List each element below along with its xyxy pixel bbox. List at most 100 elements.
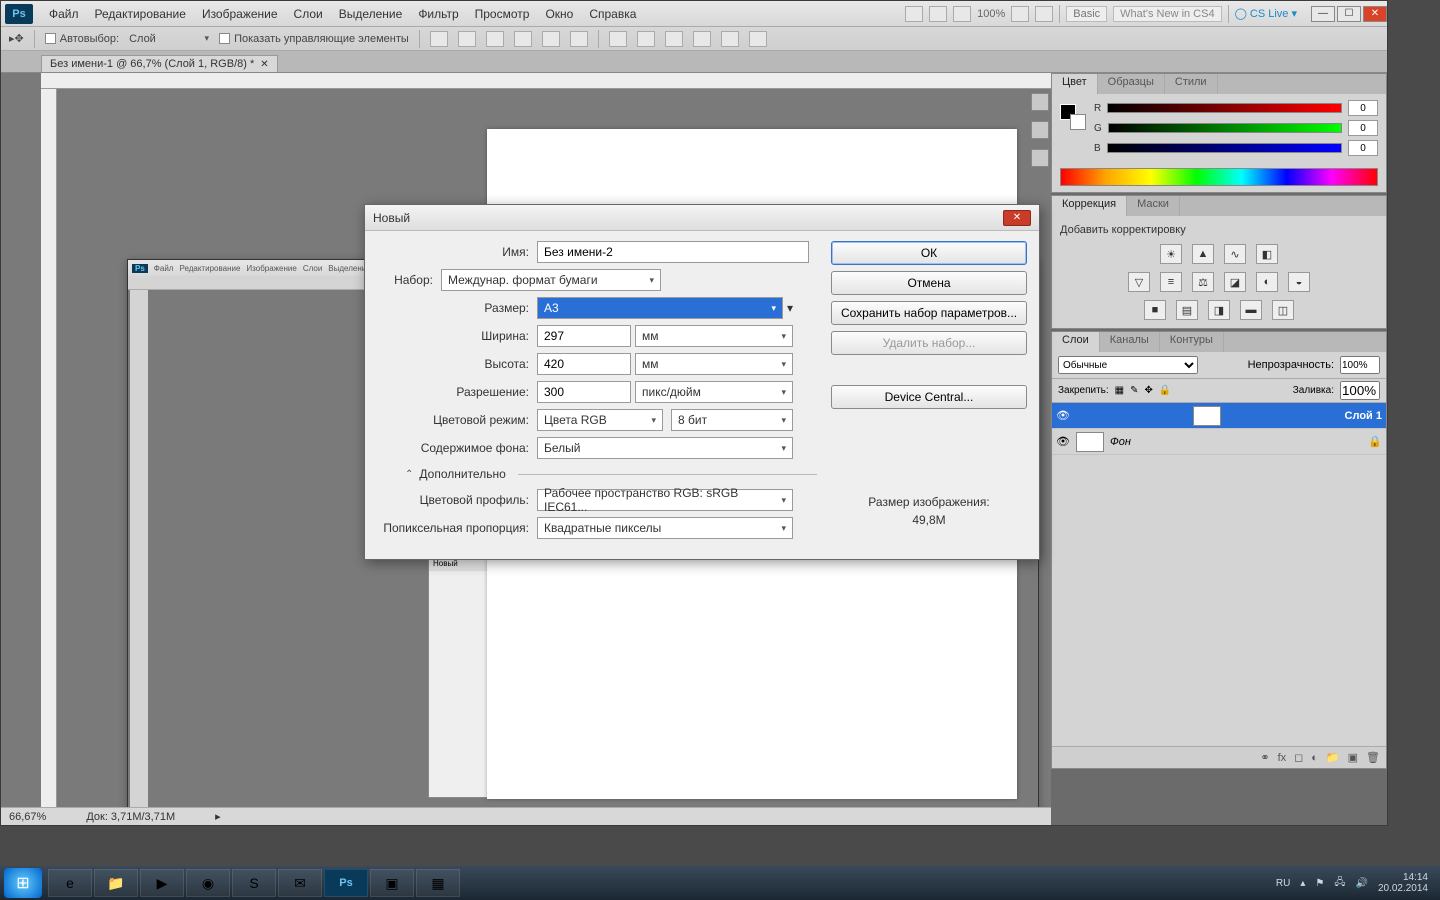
menu-window[interactable]: Окно [537, 7, 581, 21]
align-icon[interactable] [514, 31, 532, 47]
delete-preset-button[interactable]: Удалить набор... [831, 331, 1027, 355]
menu-layer[interactable]: Слои [286, 7, 331, 21]
menu-file[interactable]: Файл [41, 7, 87, 21]
tab-masks[interactable]: Маски [1127, 196, 1180, 216]
color-spectrum[interactable] [1060, 168, 1378, 186]
taskbar-ie-icon[interactable]: e [48, 869, 92, 897]
fill-input[interactable] [1340, 381, 1380, 400]
color-balance-icon[interactable]: ⚖ [1192, 272, 1214, 292]
invert-icon[interactable]: ■ [1144, 300, 1166, 320]
levels-icon[interactable]: ▲ [1192, 244, 1214, 264]
auto-select-check[interactable]: Автовыбор: [45, 33, 119, 45]
size-popout-icon[interactable]: ▾ [787, 301, 793, 315]
height-input[interactable] [537, 353, 631, 375]
width-unit-select[interactable]: мм▾ [635, 325, 793, 347]
screen-mode-icon[interactable] [1035, 6, 1053, 22]
photo-filter-icon[interactable]: ◐ [1256, 272, 1278, 292]
g-slider[interactable] [1108, 123, 1342, 133]
ok-button[interactable]: ОК [831, 241, 1027, 265]
maximize-button[interactable]: ☐ [1337, 6, 1361, 22]
vibrance-icon[interactable]: ▽ [1128, 272, 1150, 292]
layer-thumbnail[interactable] [1076, 432, 1104, 452]
bit-depth-select[interactable]: 8 бит▾ [671, 409, 793, 431]
layer-name[interactable]: Слой 1 [1345, 410, 1382, 422]
r-input[interactable] [1348, 100, 1378, 116]
tray-volume-icon[interactable]: 🔊 [1355, 878, 1367, 889]
tab-color[interactable]: Цвет [1052, 74, 1098, 94]
opacity-input[interactable] [1340, 356, 1380, 374]
tray-lang[interactable]: RU [1276, 878, 1290, 889]
b-input[interactable] [1348, 140, 1378, 156]
color-profile-select[interactable]: Рабочее пространство RGB: sRGB IEC61...▾ [537, 489, 793, 511]
visibility-icon[interactable]: 👁 [1056, 435, 1070, 448]
taskbar-chrome-icon[interactable]: ◉ [186, 869, 230, 897]
view-extras-icon[interactable] [953, 6, 971, 22]
taskbar-cmd-icon[interactable]: ▣ [370, 869, 414, 897]
distribute-icon[interactable] [609, 31, 627, 47]
resolution-input[interactable] [537, 381, 631, 403]
minibridge-dock-icon[interactable] [1031, 93, 1049, 111]
size-select[interactable]: A3▾ [537, 297, 783, 319]
distribute-icon[interactable] [721, 31, 739, 47]
color-swatch-pair[interactable] [1060, 104, 1086, 130]
r-slider[interactable] [1107, 103, 1342, 113]
lock-all-icon[interactable]: 🔒 [1159, 385, 1171, 396]
workspace-whats-new[interactable]: What's New in CS4 [1113, 6, 1221, 22]
save-preset-button[interactable]: Сохранить набор параметров... [831, 301, 1027, 325]
taskbar-explorer-icon[interactable]: 📁 [94, 869, 138, 897]
g-input[interactable] [1348, 120, 1378, 136]
threshold-icon[interactable]: ◨ [1208, 300, 1230, 320]
taskbar-photoshop-icon[interactable]: Ps [324, 869, 368, 897]
brightness-icon[interactable]: ☀ [1160, 244, 1182, 264]
posterize-icon[interactable]: ▤ [1176, 300, 1198, 320]
layer-name[interactable]: Фон [1110, 436, 1131, 448]
curves-icon[interactable]: ∿ [1224, 244, 1246, 264]
tab-adjustments[interactable]: Коррекция [1052, 196, 1127, 216]
lock-pixels-icon[interactable]: ✎ [1130, 385, 1138, 396]
width-input[interactable] [537, 325, 631, 347]
arrange-docs-icon[interactable] [1011, 6, 1029, 22]
status-zoom[interactable]: 66,67% [9, 811, 46, 823]
hue-icon[interactable]: ≡ [1160, 272, 1182, 292]
layer-row[interactable]: 👁 Фон 🔒 [1052, 429, 1386, 455]
selective-color-icon[interactable]: ◫ [1272, 300, 1294, 320]
menu-edit[interactable]: Редактирование [87, 7, 194, 21]
visibility-icon[interactable]: 👁 [1056, 409, 1070, 422]
status-doc-size[interactable]: Док: 3,71M/3,71M [86, 811, 175, 823]
layer-thumbnail[interactable] [1193, 406, 1221, 426]
tray-flag-icon[interactable]: ⚑ [1315, 878, 1324, 889]
tray-network-icon[interactable]: 🖧 [1334, 875, 1345, 892]
bw-icon[interactable]: ◪ [1224, 272, 1246, 292]
tab-styles[interactable]: Стили [1165, 74, 1218, 94]
history-dock-icon[interactable] [1031, 121, 1049, 139]
lock-transparent-icon[interactable]: ▦ [1115, 385, 1124, 396]
dialog-close-button[interactable]: ✕ [1003, 210, 1031, 226]
taskbar-mediaplayer-icon[interactable]: ▶ [140, 869, 184, 897]
menu-image[interactable]: Изображение [194, 7, 286, 21]
align-icon[interactable] [458, 31, 476, 47]
layer-mask-icon[interactable]: ◻ [1294, 751, 1303, 764]
show-transform-check[interactable]: Показать управляющие элементы [219, 33, 409, 45]
new-layer-icon[interactable]: ▣ [1348, 751, 1358, 764]
tab-layers[interactable]: Слои [1052, 332, 1100, 352]
menu-filter[interactable]: Фильтр [410, 7, 466, 21]
close-tab-icon[interactable]: ✕ [260, 59, 268, 70]
distribute-icon[interactable] [637, 31, 655, 47]
link-layers-icon[interactable]: ⚭ [1260, 751, 1269, 764]
tab-paths[interactable]: Контуры [1160, 332, 1224, 352]
group-icon[interactable]: 📁 [1326, 751, 1340, 764]
taskbar-skype-icon[interactable]: S [232, 869, 276, 897]
document-tab[interactable]: Без имени-1 @ 66,7% (Слой 1, RGB/8) * ✕ [41, 55, 278, 72]
channel-mixer-icon[interactable]: ◒ [1288, 272, 1310, 292]
launch-bridge-icon[interactable] [905, 6, 923, 22]
menu-help[interactable]: Справка [581, 7, 644, 21]
dialog-titlebar[interactable]: Новый ✕ [365, 205, 1039, 231]
align-icon[interactable] [486, 31, 504, 47]
height-unit-select[interactable]: мм▾ [635, 353, 793, 375]
distribute-icon[interactable] [665, 31, 683, 47]
launch-minibridge-icon[interactable] [929, 6, 947, 22]
exposure-icon[interactable]: ◧ [1256, 244, 1278, 264]
start-button[interactable]: ⊞ [4, 868, 42, 898]
color-mode-select[interactable]: Цвета RGB▾ [537, 409, 663, 431]
layer-style-icon[interactable]: fx [1278, 752, 1287, 764]
